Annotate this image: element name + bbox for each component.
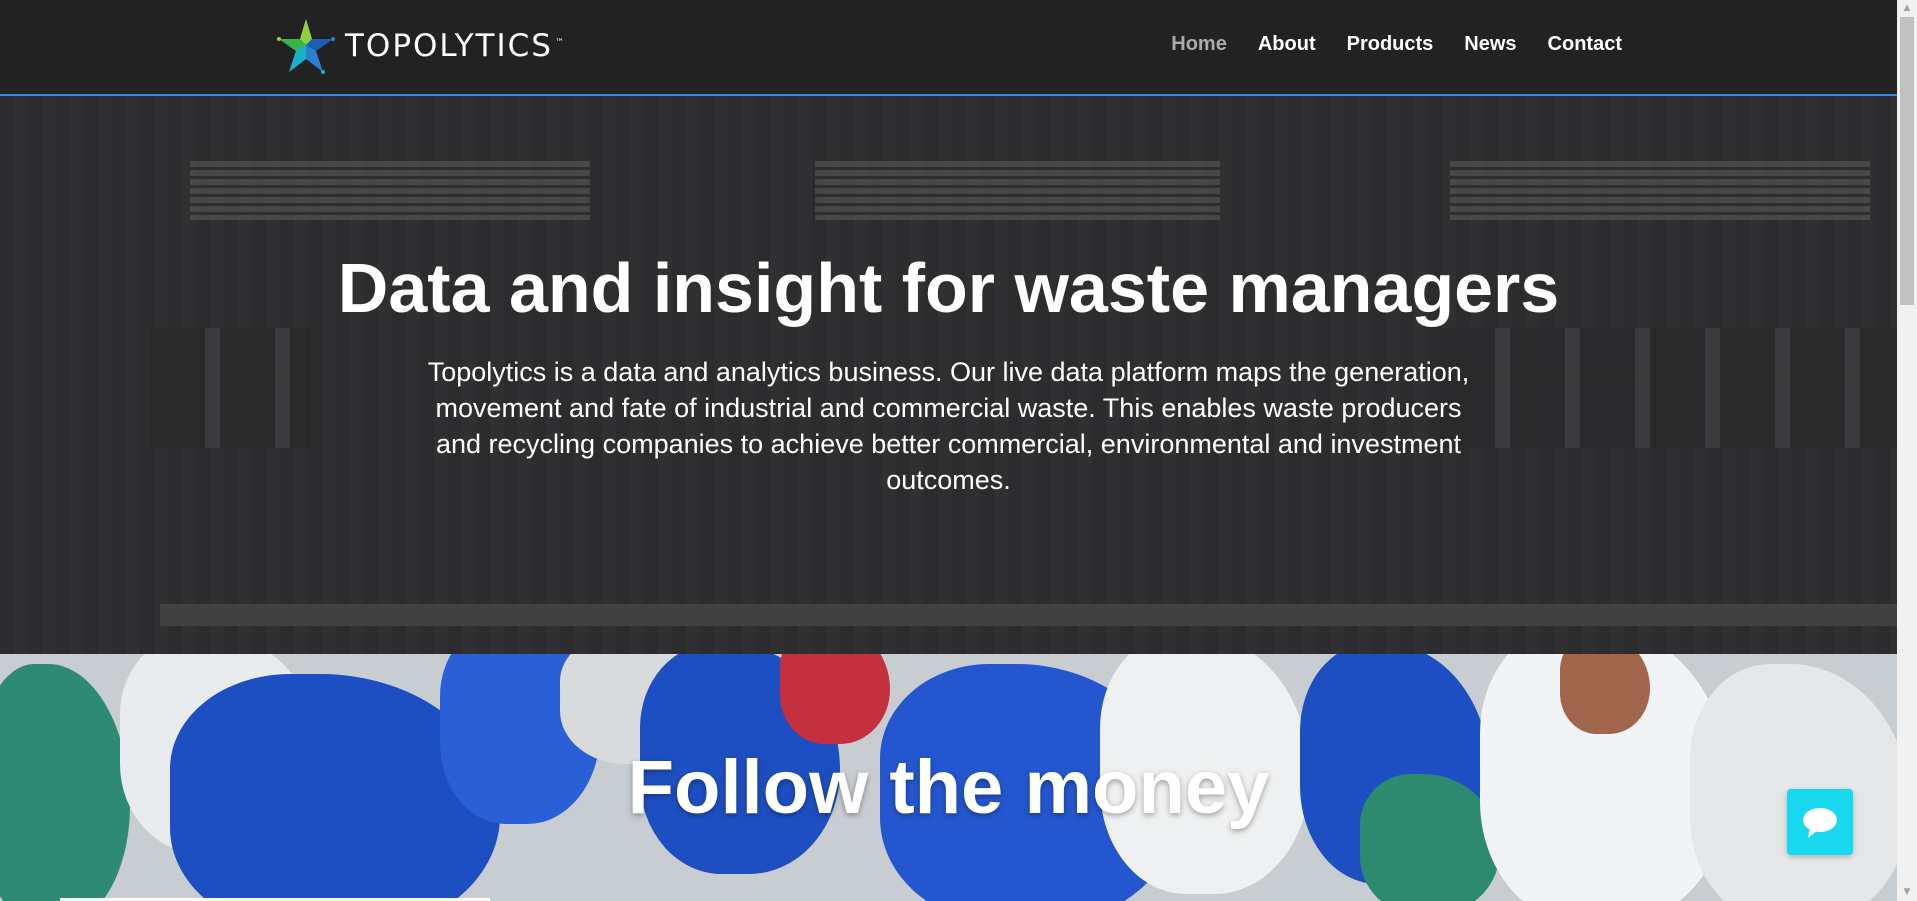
site-header: TOPOLYTICS ™ Home About Products News Con… bbox=[0, 0, 1897, 96]
page-scrollbar[interactable]: ▲ ▼ bbox=[1897, 0, 1917, 901]
chat-bubble-icon bbox=[1803, 808, 1837, 838]
hero-section: Data and insight for waste managers Topo… bbox=[0, 96, 1897, 654]
hero-title: Data and insight for waste managers bbox=[337, 249, 1560, 327]
nav-home-link[interactable]: Home bbox=[1171, 33, 1227, 56]
scroll-down-arrow-icon[interactable]: ▼ bbox=[1897, 884, 1917, 901]
follow-the-money-title: Follow the money bbox=[627, 745, 1270, 830]
star-logo-icon bbox=[277, 19, 335, 74]
nav-products-link[interactable]: Products bbox=[1347, 33, 1434, 56]
scroll-up-arrow-icon[interactable]: ▲ bbox=[1897, 0, 1917, 17]
topolytics-logo[interactable]: TOPOLYTICS ™ bbox=[275, 15, 566, 77]
nav-contact-link[interactable]: Contact bbox=[1548, 33, 1622, 56]
hero-description: Topolytics is a data and analytics busin… bbox=[427, 357, 1470, 495]
follow-the-money-section: Follow the money bbox=[0, 654, 1897, 901]
nav-about-link[interactable]: About bbox=[1258, 33, 1316, 56]
nav-news-link[interactable]: News bbox=[1464, 33, 1516, 56]
main-navigation: Home About Products News Contact bbox=[1171, 33, 1622, 56]
logo-wordmark: TOPOLYTICS ™ bbox=[345, 28, 566, 64]
chat-button[interactable] bbox=[1787, 789, 1853, 855]
scrollbar-thumb[interactable] bbox=[1900, 17, 1914, 305]
trademark-symbol: ™ bbox=[554, 37, 566, 48]
